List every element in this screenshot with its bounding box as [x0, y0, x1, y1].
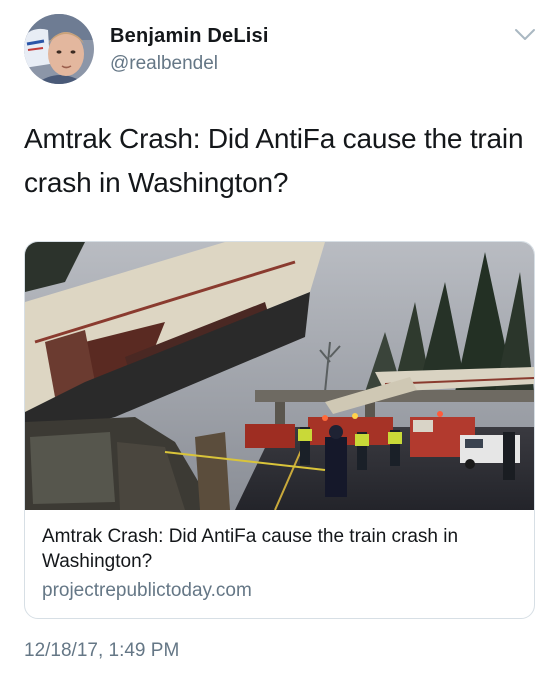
tweet-text: Amtrak Crash: Did AntiFa cause the train…	[24, 123, 524, 198]
avatar[interactable]	[24, 14, 94, 84]
author-handle[interactable]: @realbendel	[110, 53, 218, 75]
chevron-down-icon[interactable]	[513, 26, 537, 44]
link-card[interactable]: Amtrak Crash: Did AntiFa cause the train…	[24, 241, 535, 619]
card-domain: projectrepublictoday.com	[42, 580, 252, 601]
tweet-timestamp[interactable]: 12/18/17, 1:49 PM	[24, 640, 179, 662]
author-display-name[interactable]: Benjamin DeLisi	[110, 25, 269, 48]
card-title: Amtrak Crash: Did AntiFa cause the train…	[42, 526, 459, 572]
tweet: Benjamin DeLisi @realbendel Amtrak Crash…	[0, 0, 558, 680]
card-image	[25, 242, 534, 510]
avatar-image	[24, 14, 94, 84]
